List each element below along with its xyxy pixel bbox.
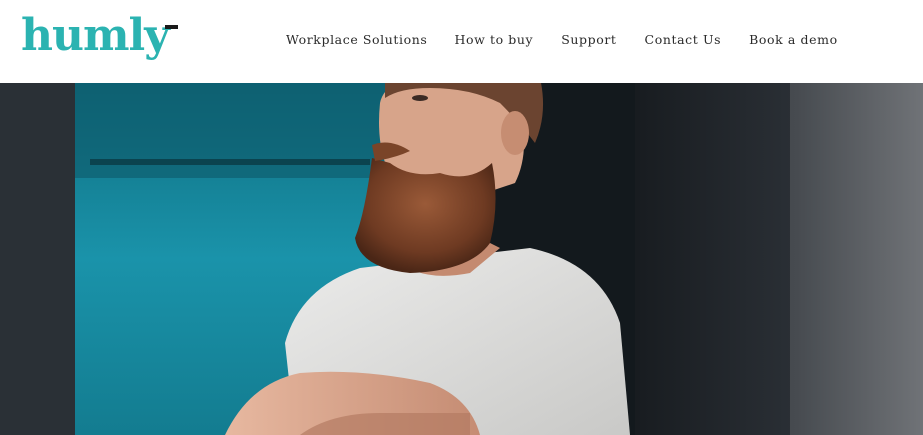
nav-how-to-buy[interactable]: How to buy: [454, 31, 533, 49]
hero-photo: [0, 83, 923, 435]
logo-wordmark: humly: [21, 10, 170, 61]
hero-image: [0, 83, 923, 435]
nav-contact-us[interactable]: Contact Us: [645, 31, 722, 49]
nav-support[interactable]: Support: [561, 31, 616, 49]
humly-logo[interactable]: humly: [21, 6, 178, 66]
main-nav: Workplace Solutions How to buy Support C…: [286, 31, 838, 49]
nav-book-a-demo[interactable]: Book a demo: [749, 31, 838, 49]
site-header: humly Workplace Solutions How to buy Sup…: [0, 0, 923, 83]
logo-dash-mark: [164, 25, 178, 29]
nav-workplace-solutions[interactable]: Workplace Solutions: [286, 31, 427, 49]
